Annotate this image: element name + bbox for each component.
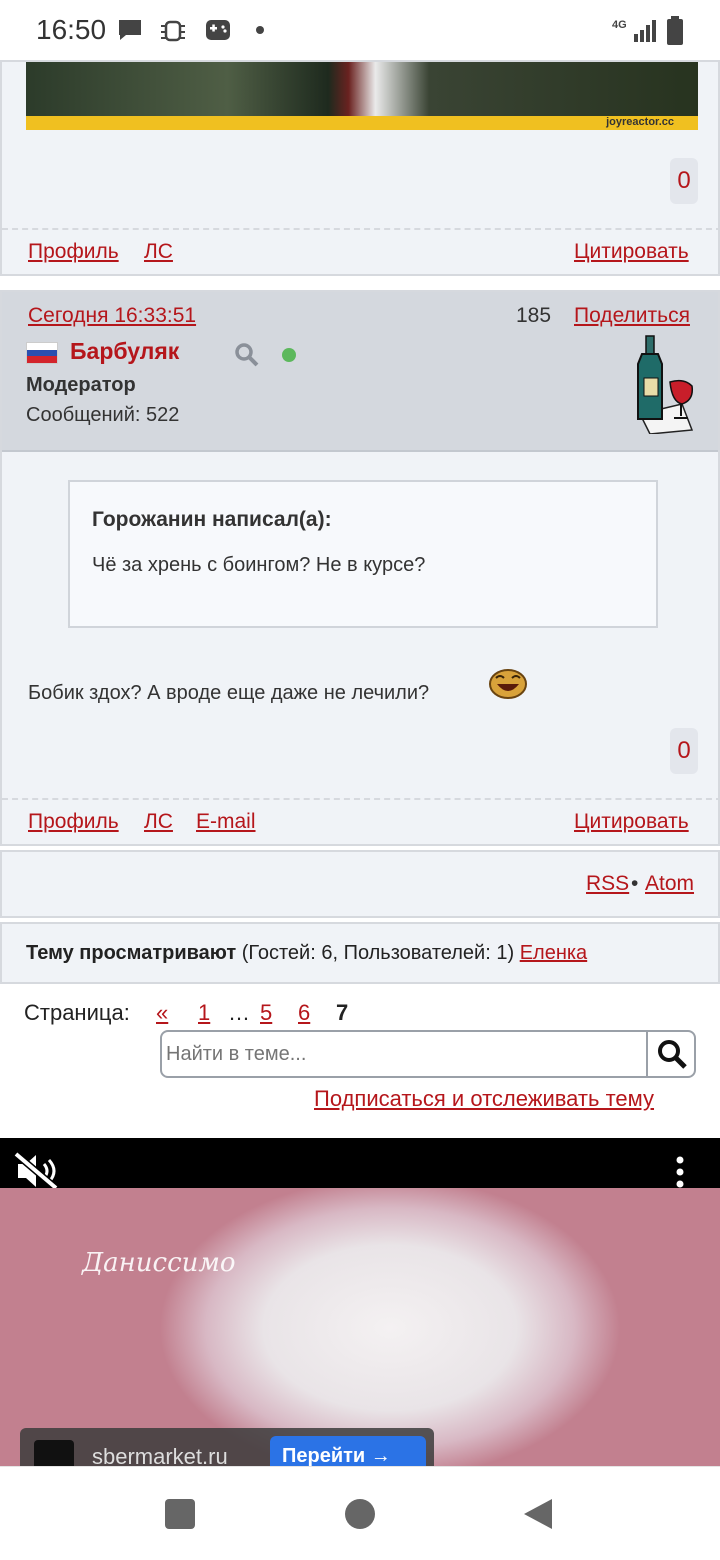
ad-video-frame: Даниссимо xyxy=(0,1188,720,1466)
pm-link[interactable]: ЛС xyxy=(144,240,173,264)
signal-icon xyxy=(634,20,656,42)
ad-banner[interactable]: sbermarket.ru Перейти → xyxy=(20,1428,434,1466)
ad-cta-button[interactable]: Перейти → xyxy=(270,1436,426,1466)
quote-link[interactable]: Цитировать xyxy=(574,810,689,834)
like-counter[interactable]: 0 xyxy=(670,728,698,774)
quote-block: Горожанин написал(а): Чё за хрень с боин… xyxy=(68,480,658,628)
network-type: 4G xyxy=(612,19,627,31)
feeds-bar: RSS • Atom xyxy=(0,850,720,918)
topic-viewers: Тему просматривают (Гостей: 6, Пользоват… xyxy=(0,922,720,984)
ad-logo xyxy=(34,1440,74,1466)
status-bar: 16:50 4G xyxy=(0,0,720,62)
post-number: 185 xyxy=(516,304,552,327)
page-prev-link[interactable]: « xyxy=(156,1000,168,1026)
post-header: Сегодня 16:33:51 185 Поделиться Барбуляк… xyxy=(2,292,718,452)
topic-search xyxy=(160,1030,696,1078)
page-link[interactable]: 1 xyxy=(198,1000,210,1026)
post-image[interactable]: joyreactor.cc xyxy=(26,62,698,130)
home-icon[interactable] xyxy=(345,1499,375,1529)
ad-top-bar xyxy=(0,1138,720,1190)
quote-text: Чё за хрень с боингом? Не в курсе? xyxy=(92,554,426,576)
avatar[interactable] xyxy=(632,334,698,434)
chat-bubble-icon xyxy=(119,20,141,40)
post-text: Бобик здох? А вроде еще даже не лечили? xyxy=(28,682,430,704)
quote-author: Горожанин написал(а): xyxy=(92,508,332,531)
video-ad[interactable]: Даниссимо sbermarket.ru Перейти → xyxy=(0,1138,720,1466)
system-nav-bar xyxy=(0,1466,720,1560)
dot-icon xyxy=(256,26,264,34)
page-ellipsis: … xyxy=(228,1000,250,1025)
page-link[interactable]: 5 xyxy=(260,1000,272,1026)
post-footer: Профиль ЛС E-mail Цитировать xyxy=(2,798,720,850)
atom-link[interactable]: Atom xyxy=(645,872,694,896)
image-watermark: joyreactor.cc xyxy=(606,116,674,128)
gamepad-icon xyxy=(206,20,230,40)
laughing-smiley-icon xyxy=(489,669,527,699)
author-name[interactable]: Барбуляк xyxy=(70,338,179,365)
like-counter[interactable]: 0 xyxy=(670,158,698,204)
online-status-icon xyxy=(282,348,296,362)
viewers-label: Тему просматривают xyxy=(26,942,237,964)
pagination-label: Страница: xyxy=(24,1000,130,1025)
search-button[interactable] xyxy=(646,1032,694,1076)
page-link[interactable]: 6 xyxy=(298,1000,310,1026)
post-date-link[interactable]: Сегодня 16:33:51 xyxy=(28,304,196,328)
battery-icon xyxy=(667,16,683,45)
subscribe-link[interactable]: Подписаться и отслеживать тему xyxy=(314,1086,654,1112)
share-link[interactable]: Поделиться xyxy=(574,304,690,328)
ad-brand-logo: Даниссимо xyxy=(82,1248,236,1278)
viewers-counts: (Гостей: 6, Пользователей: 1) xyxy=(236,942,520,964)
bug-icon xyxy=(161,20,185,42)
post-previous: joyreactor.cc 0 Профиль ЛС Цитировать xyxy=(0,60,720,276)
viewer-user-link[interactable]: Еленка xyxy=(520,942,588,964)
email-link[interactable]: E-mail xyxy=(196,810,256,834)
back-icon[interactable] xyxy=(522,1497,554,1531)
quote-link[interactable]: Цитировать xyxy=(574,240,689,264)
author-message-count: Сообщений: 522 xyxy=(26,404,180,426)
page-current: 7 xyxy=(336,1000,349,1025)
russia-flag-icon xyxy=(26,342,58,364)
viewers-text: Тему просматривают (Гостей: 6, Пользоват… xyxy=(26,942,587,965)
rss-link[interactable]: RSS xyxy=(586,872,629,896)
profile-link[interactable]: Профиль xyxy=(28,810,119,834)
recent-apps-icon[interactable] xyxy=(165,1499,195,1529)
pm-link[interactable]: ЛС xyxy=(144,810,173,834)
search-icon[interactable] xyxy=(234,342,260,368)
ad-domain: sbermarket.ru xyxy=(92,1444,228,1466)
post-footer: Профиль ЛС Цитировать xyxy=(2,228,720,280)
search-input[interactable] xyxy=(166,1036,646,1072)
post: Сегодня 16:33:51 185 Поделиться Барбуляк… xyxy=(0,290,720,846)
image-watermark-bar: joyreactor.cc xyxy=(26,116,698,130)
profile-link[interactable]: Профиль xyxy=(28,240,119,264)
search-icon xyxy=(658,1040,687,1069)
status-time: 16:50 xyxy=(36,14,107,45)
author-role: Модератор xyxy=(26,374,136,396)
feeds-separator: • xyxy=(631,872,639,895)
mute-icon[interactable] xyxy=(14,1152,60,1190)
